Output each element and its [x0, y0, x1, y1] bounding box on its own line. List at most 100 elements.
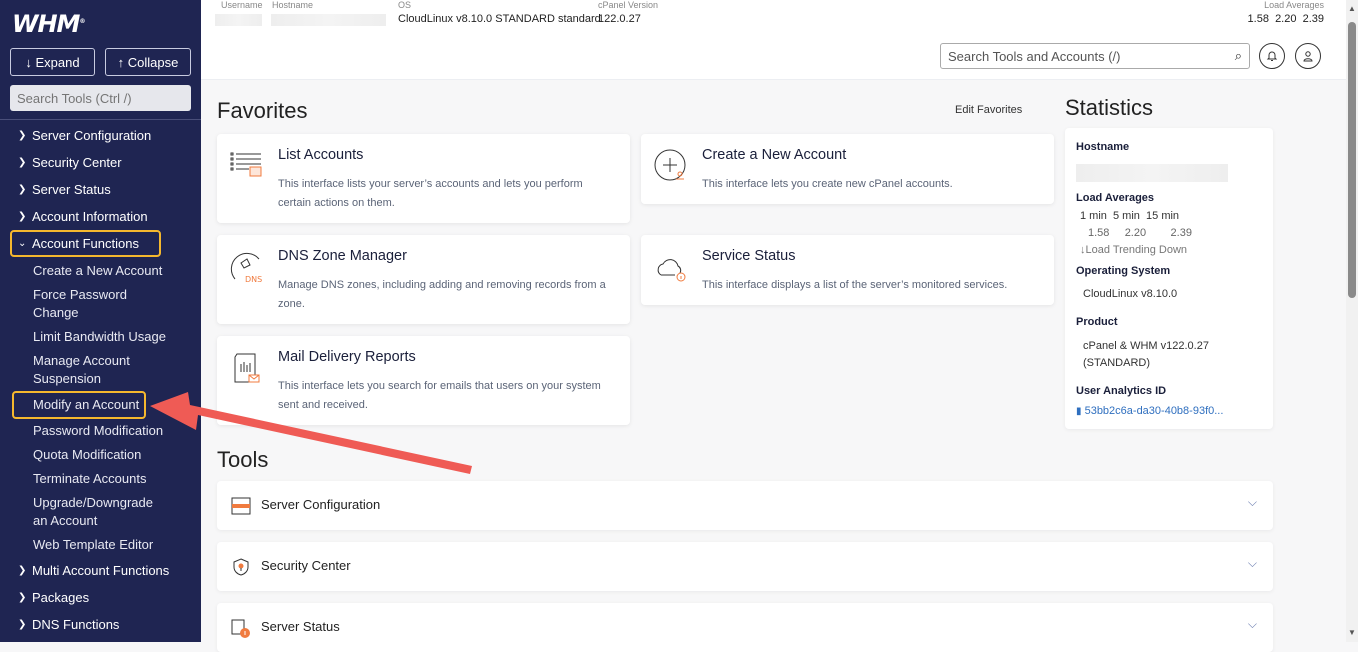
stat-analytics-value[interactable]: ▮ 53bb2c6a-da30-40b8-93f0... — [1076, 403, 1223, 420]
favorite-card-create-account[interactable]: Create a New Account This interface lets… — [641, 134, 1054, 204]
notifications-button[interactable] — [1259, 43, 1285, 69]
chevron-right-icon: ❯ — [18, 619, 27, 630]
sidebar-item-server-status[interactable]: ❯ Server Status — [0, 176, 201, 203]
server-status-icon — [231, 619, 250, 638]
cpanel-version-value: 122.0.27 — [598, 13, 641, 25]
stat-product-value: cPanel & WHM v122.0.27 (STANDARD) — [1083, 340, 1209, 369]
tool-section-label: Server Status — [261, 619, 340, 634]
sidebar-subitem-terminate-accounts[interactable]: Terminate Accounts — [0, 467, 201, 491]
sidebar-item-label: Account Information — [32, 209, 148, 224]
sidebar-subitem-password-modification[interactable]: Password Modification — [0, 419, 201, 443]
add-account-icon — [654, 149, 686, 181]
sidebar-subitem-create-account[interactable]: Create a New Account — [0, 259, 201, 283]
chevron-down-icon[interactable]: ⌵ — [1248, 495, 1257, 510]
sidebar-item-label: DNS Functions — [32, 617, 120, 632]
stat-load-values: 1.58 2.20 2.39 — [1088, 227, 1192, 239]
sidebar-item-account-information[interactable]: ❯ Account Information — [0, 203, 201, 230]
load-trend-text: Load Trending Down — [1085, 244, 1188, 256]
tool-section-server-configuration[interactable]: Server Configuration ⌵ — [217, 481, 1273, 530]
stat-analytics-label: User Analytics ID — [1076, 385, 1167, 397]
page-scrollbar[interactable]: ▲ ▼ — [1346, 0, 1358, 642]
sidebar-item-dns-functions[interactable]: ❯ DNS Functions — [0, 611, 201, 638]
sidebar-subitem-manage-suspension[interactable]: Manage Account Suspension — [0, 349, 130, 391]
card-title: Create a New Account — [702, 147, 847, 163]
edit-favorites-link[interactable]: Edit Favorites — [955, 104, 1022, 116]
user-menu-button[interactable] — [1295, 43, 1321, 69]
sidebar-nav: ❯ Server Configuration ❯ Security Center ❯… — [0, 122, 201, 638]
cpanel-version-label: cPanel Version — [598, 0, 659, 10]
chevron-down-icon[interactable]: ⌵ — [1248, 617, 1257, 632]
favorites-title: Favorites — [217, 98, 308, 123]
sidebar-subitem-modify-account[interactable]: Modify an Account — [12, 391, 146, 419]
scroll-down-icon[interactable]: ▼ — [1348, 628, 1356, 637]
sidebar-search-input[interactable] — [10, 85, 191, 111]
sidebar-item-multi-account-functions[interactable]: ❯ Multi Account Functions — [0, 557, 201, 584]
stat-load-headers: 1 min 5 min 15 min — [1080, 210, 1180, 222]
search-icon[interactable]: ⌕ — [1235, 48, 1242, 64]
chevron-right-icon: ❯ — [18, 184, 27, 195]
os-label: OS — [398, 0, 412, 10]
sidebar-item-label: Server Status — [32, 182, 111, 197]
list-accounts-icon — [230, 152, 262, 177]
card-description: This interface displays a list of the se… — [702, 279, 1008, 291]
stat-hostname-redacted — [1076, 164, 1228, 182]
sidebar-item-label: Account Functions — [32, 236, 139, 251]
card-description: This interface lets you create new cPane… — [702, 178, 953, 190]
favorite-card-service-status[interactable]: Service Status This interface displays a… — [641, 235, 1054, 305]
scrollbar-thumb[interactable] — [1348, 22, 1356, 298]
top-bar: Username Hostname OS CloudLinux v8.10.0 … — [201, 0, 1346, 80]
sidebar-item-label: Multi Account Functions — [32, 563, 170, 578]
sidebar-item-security-center[interactable]: ❯ Security Center — [0, 149, 201, 176]
card-title: Mail Delivery Reports — [278, 349, 416, 365]
username-value-redacted — [215, 14, 262, 26]
sidebar-subitem-quota-modification[interactable]: Quota Modification — [0, 443, 201, 467]
whm-logo[interactable]: WHM® — [12, 10, 85, 38]
card-description: This interface lists your server’s accou… — [278, 178, 583, 209]
stat-product-label: Product — [1076, 316, 1118, 328]
sidebar-subitem-force-password-change[interactable]: Force Password Change — [0, 283, 130, 325]
tool-section-label: Server Configuration — [261, 497, 381, 512]
sidebar-item-packages[interactable]: ❯ Packages — [0, 584, 201, 611]
statistics-panel: Hostname Load Averages 1 min 5 min 15 mi… — [1065, 128, 1273, 429]
load-averages-label: Load Averages — [1264, 0, 1324, 10]
copy-icon[interactable]: ▮ — [1076, 406, 1082, 417]
sidebar-subitem-web-template-editor[interactable]: Web Template Editor — [0, 533, 201, 557]
statistics-title: Statistics — [1065, 95, 1154, 120]
sidebar-item-server-configuration[interactable]: ❯ Server Configuration — [0, 122, 201, 149]
collapse-button[interactable]: ↑ Collapse — [105, 48, 191, 76]
username-label: Username — [221, 0, 263, 10]
chevron-down-icon: ⌄ — [18, 238, 27, 249]
chevron-right-icon: ❯ — [18, 130, 27, 141]
sidebar-item-label: Security Center — [32, 155, 122, 170]
favorite-card-mail-delivery-reports[interactable]: Mail Delivery Reports This interface let… — [217, 336, 630, 425]
sidebar-item-account-functions[interactable]: ⌄ Account Functions — [10, 230, 161, 257]
tool-section-server-status[interactable]: Server Status ⌵ — [217, 603, 1273, 652]
sidebar-divider — [0, 119, 201, 120]
analytics-id-text: 53bb2c6a-da30-40b8-93f0... — [1084, 405, 1224, 417]
sidebar-subitem-upgrade-downgrade[interactable]: Upgrade/Downgrade an Account — [0, 491, 153, 533]
tool-section-label: Security Center — [261, 558, 351, 573]
load-averages-value: 1.58 2.20 2.39 — [1247, 13, 1324, 25]
card-title: Service Status — [702, 248, 796, 264]
search-placeholder: Search Tools and Accounts (/) — [948, 48, 1121, 64]
tool-section-security-center[interactable]: Security Center ⌵ — [217, 542, 1273, 591]
stat-load-label: Load Averages — [1076, 192, 1155, 204]
bell-icon — [1266, 51, 1278, 61]
chevron-right-icon: ❯ — [18, 592, 27, 603]
user-icon — [1303, 51, 1313, 62]
cloud-status-icon — [657, 259, 686, 282]
tools-title: Tools — [217, 447, 269, 472]
shield-icon — [233, 558, 249, 576]
stat-hostname-label: Hostname — [1076, 141, 1130, 153]
chevron-right-icon: ❯ — [18, 565, 27, 576]
expand-button[interactable]: ↓ Expand — [10, 48, 95, 76]
search-tools-accounts-input[interactable]: Search Tools and Accounts (/) ⌕ — [940, 43, 1250, 69]
card-description: Manage DNS zones, including adding and r… — [278, 279, 606, 310]
main-content: Favorites Edit Favorites List Accounts T… — [201, 80, 1346, 652]
favorite-card-list-accounts[interactable]: List Accounts This interface lists your … — [217, 134, 630, 223]
svg-text:DNS: DNS — [245, 275, 262, 284]
sidebar-subitem-limit-bandwidth[interactable]: Limit Bandwidth Usage — [0, 325, 201, 349]
favorite-card-dns-zone-manager[interactable]: DNS DNS Zone Manager Manage DNS zones, i… — [217, 235, 630, 324]
chevron-down-icon[interactable]: ⌵ — [1248, 556, 1257, 571]
scroll-up-icon[interactable]: ▲ — [1348, 4, 1356, 13]
